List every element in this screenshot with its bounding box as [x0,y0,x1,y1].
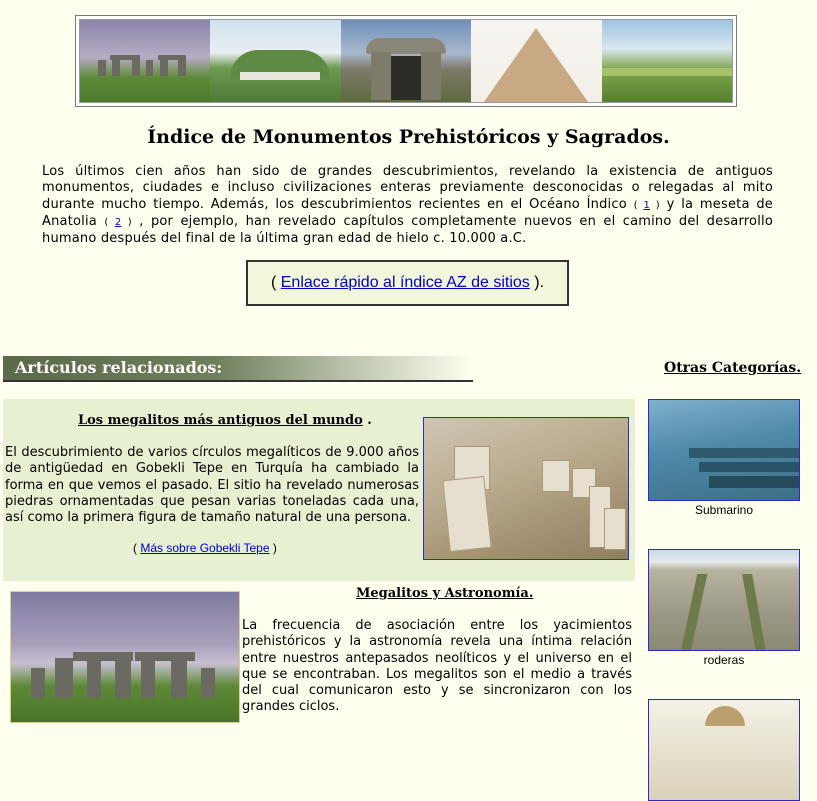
article-more: ( Más sobre Gobekli Tepe ) [133,541,277,555]
dolmen-image [340,20,472,102]
article-card-gobekli: Los megalitos más antiguos del mundo . E… [3,399,635,581]
intro-text-1: Los últimos cien años han sido de grande… [42,164,773,212]
az-index-link[interactable]: Enlace rápido al índice AZ de sitios [281,274,530,292]
category-caption[interactable]: Submarino [648,503,800,517]
cart-ruts-image[interactable] [648,549,800,651]
category-roderas[interactable]: roderas [648,549,800,667]
article-title: Los megalitos más antiguos del mundo . [78,413,372,428]
category-submarino[interactable]: Submarino [648,399,800,517]
reference-1: ( 1 ) [633,199,660,211]
earthwork-image [601,20,732,102]
artifact-image[interactable] [648,699,800,801]
reference-1-link[interactable]: 1 [643,200,650,211]
banner [75,15,737,107]
reference-2: ( 2 ) [104,216,132,228]
other-categories-heading[interactable]: Otras Categorías. [664,360,801,376]
article-text: El descubrimiento de varios círculos meg… [5,445,419,526]
page-title: Índice de Monumentos Prehistóricos y Sag… [147,126,670,148]
intro-text-3: , por ejemplo, han revelado capítulos co… [42,213,773,247]
astronomy-article-title[interactable]: Megalitos y Astronomía. [356,586,533,601]
stonehenge-image [80,20,211,102]
intro-paragraph: Los últimos cien años han sido de grande… [42,164,773,247]
related-articles-heading: Artículos relacionados: [15,358,223,377]
stonehenge-photo[interactable] [10,591,240,723]
banner-strip [79,19,733,103]
underwater-steps-image[interactable] [648,399,800,501]
category-caption[interactable]: roderas [648,653,800,667]
article-title-link[interactable]: Los megalitos más antiguos del mundo [78,413,363,428]
related-articles-header: Artículos relacionados: [3,356,473,382]
pyramid-image [471,20,602,102]
astronomy-article-text: La frecuencia de asociación entre los ya… [242,618,632,715]
quick-link-box: ( Enlace rápido al índice AZ de sitios )… [246,260,569,306]
more-gobekli-link[interactable]: Más sobre Gobekli Tepe [140,541,269,555]
reference-2-link[interactable]: 2 [115,217,122,228]
gobekli-tepe-image[interactable] [423,417,629,560]
category-third[interactable] [648,699,800,801]
newgrange-mound-image [210,20,341,102]
